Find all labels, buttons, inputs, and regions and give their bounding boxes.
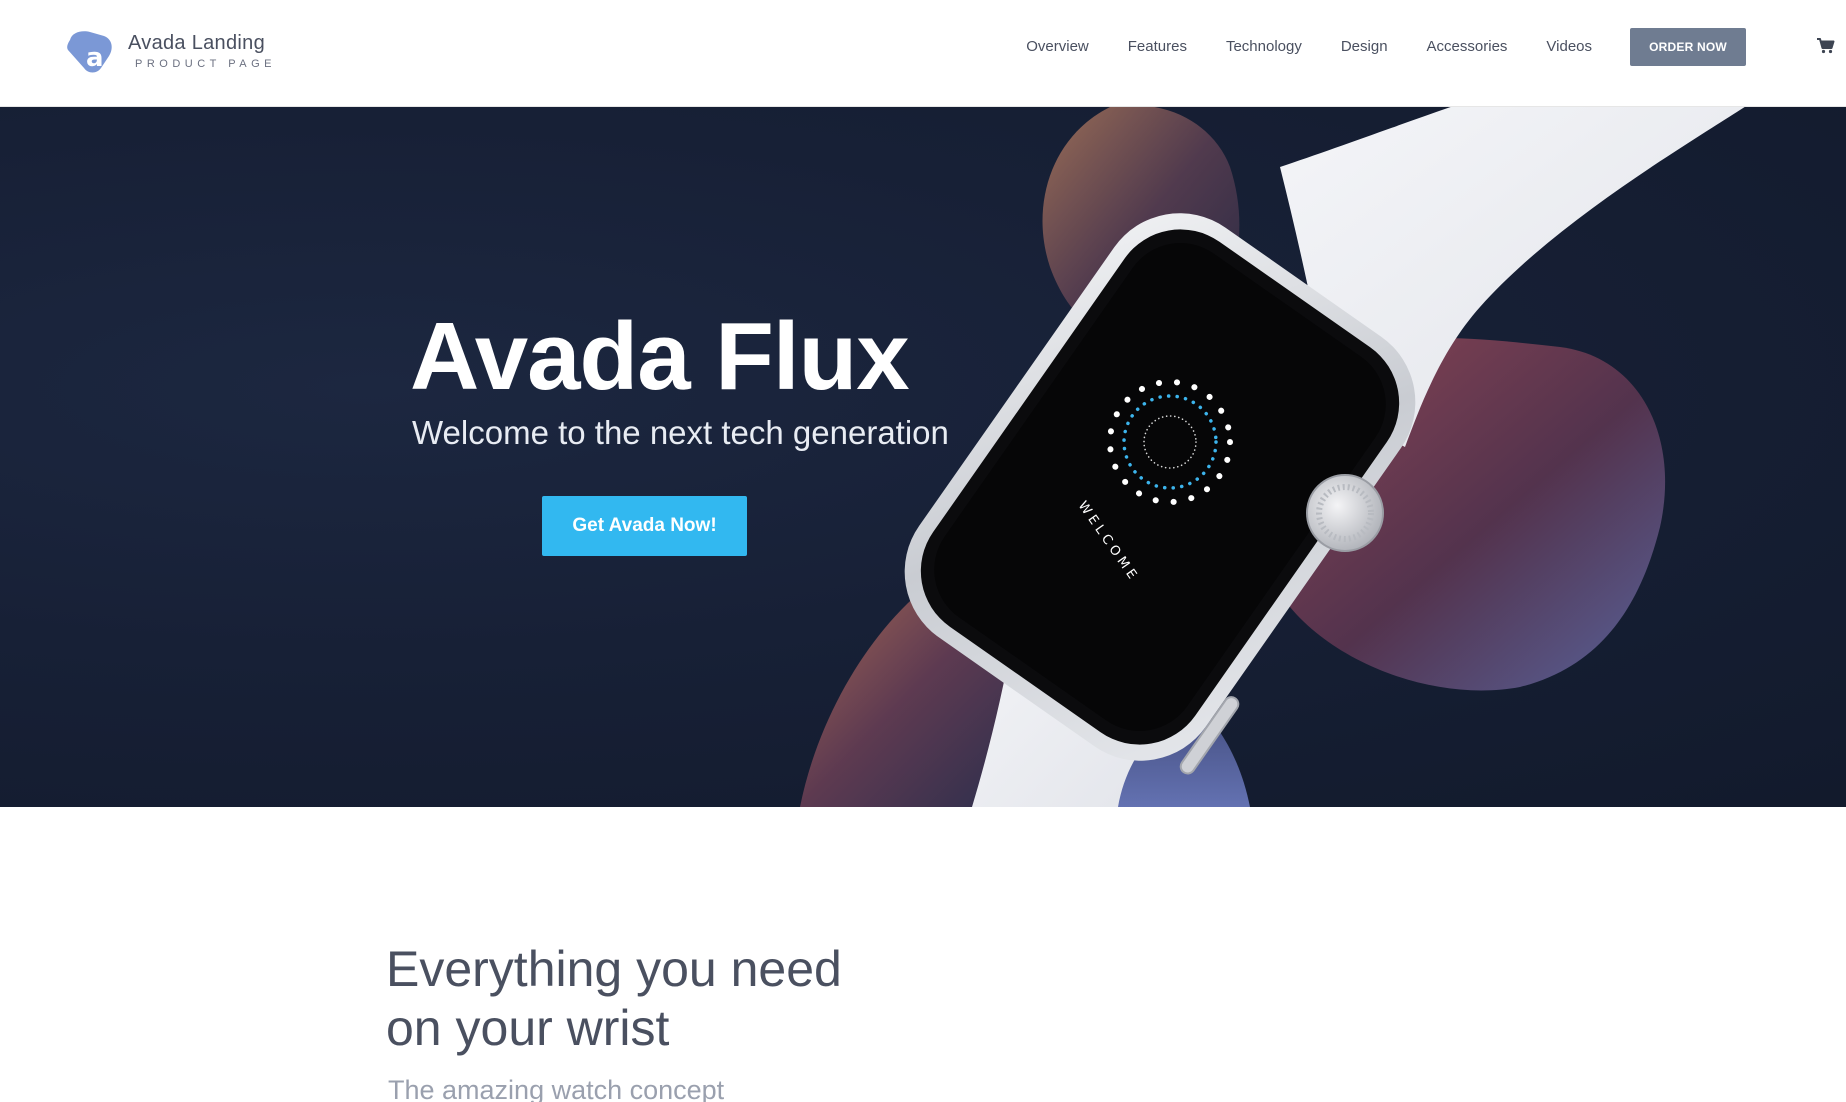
nav-item-overview[interactable]: Overview	[1026, 29, 1089, 65]
section-title-line1: Everything you need	[386, 941, 842, 997]
shopping-cart-icon[interactable]	[1816, 36, 1836, 56]
order-now-button[interactable]: ORDER NOW	[1630, 28, 1746, 66]
watch-hero-image: WELCOME	[800, 107, 1745, 807]
hero-title: Avada Flux	[410, 303, 910, 410]
brand-tagline: PRODUCT PAGE	[135, 58, 276, 70]
get-avada-button[interactable]: Get Avada Now!	[542, 496, 747, 556]
nav-item-design[interactable]: Design	[1341, 29, 1388, 65]
section-subtitle: The amazing watch concept	[388, 1075, 725, 1102]
nav-item-features[interactable]: Features	[1128, 29, 1187, 65]
main-nav: Overview Features Technology Design Acce…	[1026, 28, 1746, 66]
section-title: Everything you need on your wrist	[386, 940, 986, 1058]
nav-item-technology[interactable]: Technology	[1226, 29, 1302, 65]
site-header: a Avada Landing PRODUCT PAGE Overview Fe…	[0, 0, 1846, 107]
svg-text:a: a	[86, 43, 104, 73]
brand-name: Avada Landing	[128, 32, 265, 54]
hero-section: WELCOME Avada Flux Welcome to the next t…	[0, 107, 1846, 807]
nav-item-videos[interactable]: Videos	[1546, 29, 1592, 65]
section-title-line2: on your wrist	[386, 1000, 670, 1056]
hero-subtitle: Welcome to the next tech generation	[412, 414, 949, 451]
nav-item-accessories[interactable]: Accessories	[1427, 29, 1508, 65]
logo-icon: a	[64, 28, 114, 74]
site-logo[interactable]: a Avada Landing PRODUCT PAGE	[64, 28, 276, 74]
